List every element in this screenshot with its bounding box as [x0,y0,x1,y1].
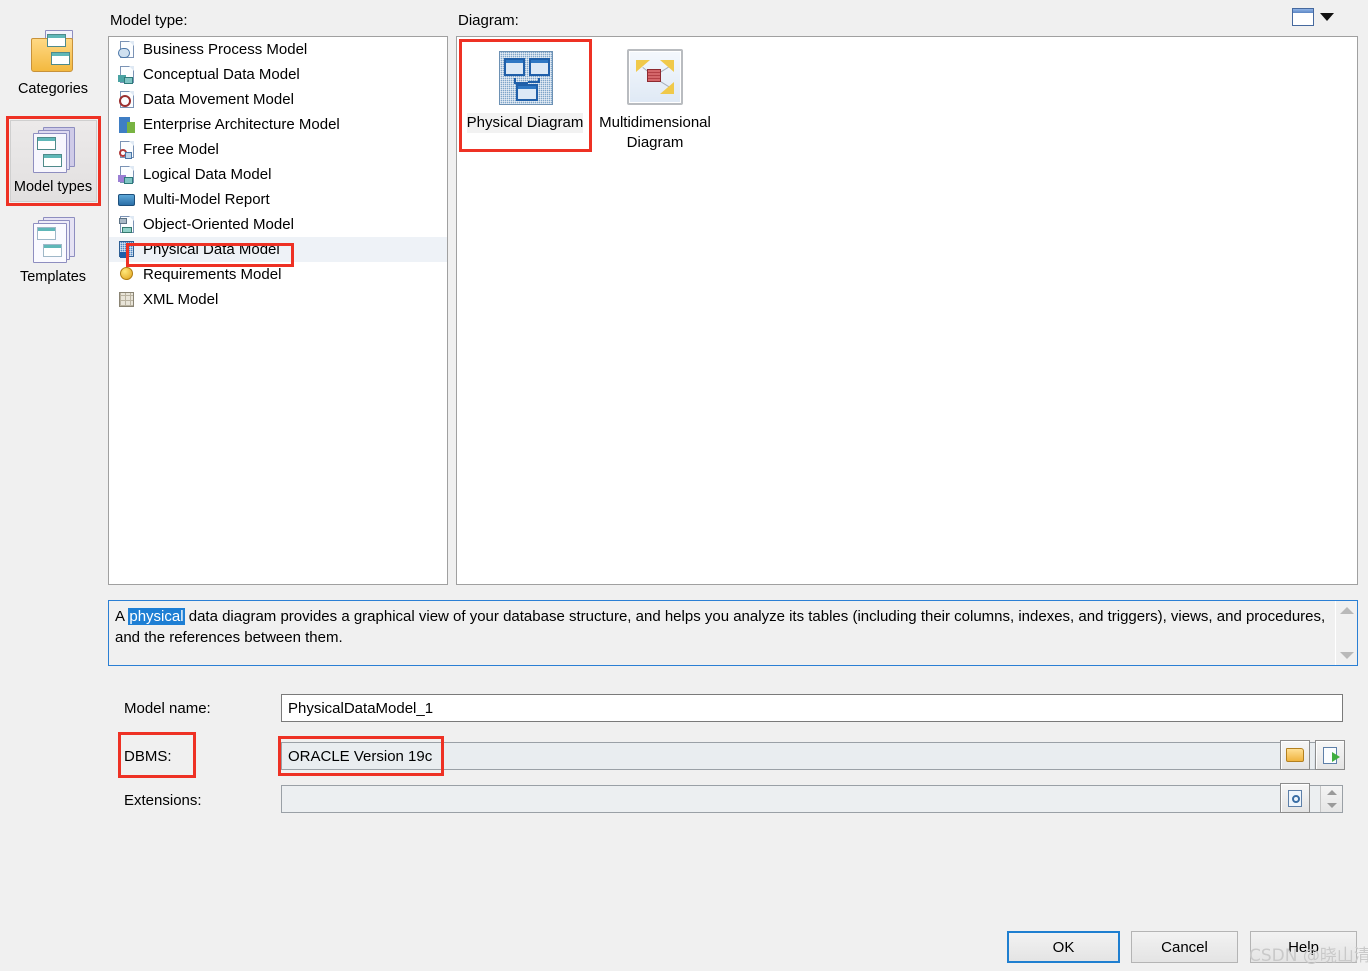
logical-data-model-icon [118,165,136,184]
grid-view-icon [1292,8,1314,26]
business-process-model-icon [118,40,136,59]
data-movement-model-icon [118,90,136,109]
list-item-label: XML Model [143,291,219,308]
list-item-label: Data Movement Model [143,91,294,108]
extensions-browse-button[interactable] [1280,783,1310,813]
stacked-windows-icon [27,124,79,176]
description-scrollbar[interactable] [1335,601,1357,665]
extensions-input[interactable] [281,785,1343,813]
folder-pages-icon [27,26,79,78]
list-item-label: Requirements Model [143,266,282,283]
list-item-label: Object-Oriented Model [143,216,294,233]
folder-open-icon [1286,748,1304,762]
diagram-label: Diagram: [458,12,519,29]
sidebar: Categories Model types Templates [0,0,105,971]
multidimensional-diagram-icon [625,47,685,107]
page-arrow-icon [1323,746,1340,764]
list-item-label: Enterprise Architecture Model [143,116,340,133]
view-mode-toggle[interactable] [1292,8,1334,26]
enterprise-architecture-model-icon [118,116,136,134]
sidebar-item-label: Categories [17,81,89,97]
list-item[interactable]: Multi-Model Report [109,187,447,212]
sidebar-item-templates[interactable]: Templates [8,214,98,285]
diagram-list[interactable]: Physical Diagram Multidimensional Diagra… [456,36,1358,585]
description-prefix: A [115,608,129,625]
sidebar-item-categories[interactable]: Categories [8,26,98,97]
list-item[interactable]: Data Movement Model [109,87,447,112]
model-settings-form: Model name: PhysicalDataModel_1 DBMS: OR… [108,684,1358,824]
chevron-down-icon[interactable] [1326,803,1337,808]
list-item[interactable]: XML Model [109,287,447,312]
object-oriented-model-icon [118,215,136,234]
list-item[interactable]: Logical Data Model [109,162,447,187]
sidebar-item-label: Templates [19,269,87,285]
dbms-browse-button[interactable] [1280,740,1310,770]
list-item-label: Logical Data Model [143,166,272,183]
model-type-label: Model type: [110,12,188,29]
list-item-label: Free Model [143,141,219,158]
list-item[interactable]: Enterprise Architecture Model [109,112,447,137]
diagram-item-multidimensional[interactable]: Multidimensional Diagram [591,43,719,153]
extensions-label: Extensions: [124,792,202,809]
list-item[interactable]: Free Model [109,137,447,162]
chevron-up-icon[interactable] [1339,607,1354,614]
list-item-label: Business Process Model [143,41,308,58]
model-type-list[interactable]: Business Process Model Conceptual Data M… [108,36,448,585]
list-item-label: Physical Data Model [143,241,280,258]
list-item[interactable]: Requirements Model [109,262,447,287]
dbms-value: ORACLE Version 19c [288,748,433,765]
requirements-model-icon [118,266,136,284]
physical-data-model-icon [118,240,136,259]
page-search-icon [1288,789,1302,807]
csdn-watermark: CSDN @晓山清 [1249,946,1368,966]
list-item[interactable]: Object-Oriented Model [109,212,447,237]
description-box: A physical data diagram provides a graph… [108,600,1358,666]
stacked-pages-icon [27,214,79,266]
list-item-label: Conceptual Data Model [143,66,300,83]
chevron-down-icon[interactable] [1339,652,1354,659]
list-item[interactable]: Conceptual Data Model [109,62,447,87]
dbms-label: DBMS: [124,748,172,765]
list-item-label: Multi-Model Report [143,191,270,208]
cancel-button[interactable]: Cancel [1131,931,1238,963]
chevron-down-icon[interactable] [1320,13,1334,21]
ok-button[interactable]: OK [1007,931,1120,963]
multi-model-report-icon [118,191,136,209]
extensions-spinner[interactable] [1320,786,1342,812]
model-name-input[interactable]: PhysicalDataModel_1 [281,694,1343,722]
highlight-physical-diagram [459,39,592,152]
diagram-item-label: Multidimensional Diagram [599,114,711,151]
dbms-share-button[interactable] [1315,740,1345,770]
list-item-physical-data-model[interactable]: Physical Data Model [109,237,447,262]
free-model-icon [118,140,136,159]
sidebar-item-model-types[interactable]: Model types [8,124,98,195]
chevron-up-icon[interactable] [1326,790,1337,795]
description-highlight: physical [128,608,185,625]
description-rest: data diagram provides a graphical view o… [115,608,1326,646]
conceptual-data-model-icon [118,65,136,84]
list-item[interactable]: Business Process Model [109,37,447,62]
dbms-select[interactable]: ORACLE Version 19c [281,742,1343,770]
new-model-dialog: Categories Model types Templates Model t… [0,0,1368,971]
model-name-label: Model name: [124,700,211,717]
sidebar-item-label: Model types [13,179,93,195]
xml-model-icon [118,291,136,309]
